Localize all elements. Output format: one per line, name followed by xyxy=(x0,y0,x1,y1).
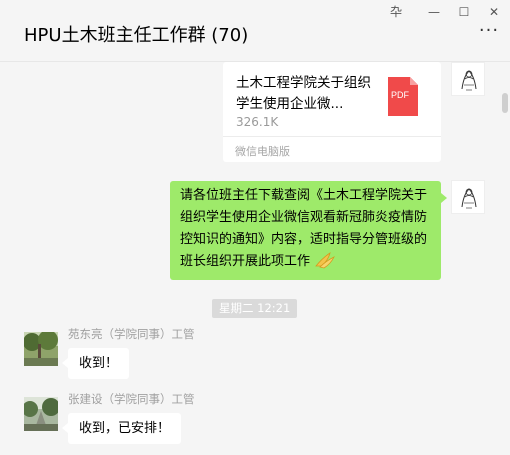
reply-message-bubble[interactable]: 收到，已安排！ xyxy=(61,413,182,444)
file-source-label: 微信电脑版 xyxy=(235,145,290,158)
pdf-file-icon: PDF xyxy=(388,77,418,116)
file-size: 326.1K xyxy=(236,115,279,129)
pin-icon[interactable]: 卆 xyxy=(386,3,406,21)
pdf-icon-label: PDF xyxy=(391,90,409,100)
minimize-button[interactable]: — xyxy=(424,3,444,21)
reply-text: 收到，已安排！ xyxy=(79,421,171,436)
reply-message-bubble[interactable]: 收到！ xyxy=(61,348,130,379)
notice-message-bubble[interactable]: 请各位班主任下载查阅《土木工程学院关于组织学生使用企业微信观看新冠肺炎疫情防控知… xyxy=(170,181,447,280)
more-options-icon[interactable]: ··· xyxy=(478,22,500,44)
contact-avatar[interactable] xyxy=(24,397,58,431)
chat-title: HPU土木班主任工作群 (70) xyxy=(24,25,249,46)
timestamp-badge: 星期二 12:21 xyxy=(212,299,298,318)
close-button[interactable]: ✕ xyxy=(484,3,504,21)
title-bar: HPU土木班主任工作群 (70) 卆 — ☐ ✕ ··· xyxy=(0,0,510,62)
self-avatar[interactable] xyxy=(451,62,485,96)
sender-name: 苑东亮（学院同事）工管 xyxy=(68,327,195,341)
folded-hands-icon xyxy=(314,251,336,269)
maximize-button[interactable]: ☐ xyxy=(454,3,474,21)
scrollbar[interactable] xyxy=(502,93,508,113)
notice-text: 请各位班主任下载查阅《土木工程学院关于组织学生使用企业微信观看新冠肺炎疫情防控知… xyxy=(180,188,428,269)
reply-text: 收到！ xyxy=(79,356,119,371)
file-message-card[interactable]: 土木工程学院关于组织学生使用企业微... 326.1K PDF 微信电脑版 xyxy=(223,62,441,162)
file-footer: 微信电脑版 xyxy=(223,136,441,162)
sender-name: 张建设（学院同事）工管 xyxy=(68,392,195,406)
self-avatar[interactable] xyxy=(451,180,485,214)
contact-avatar[interactable] xyxy=(24,332,58,366)
file-name: 土木工程学院关于组织学生使用企业微... xyxy=(236,75,371,112)
